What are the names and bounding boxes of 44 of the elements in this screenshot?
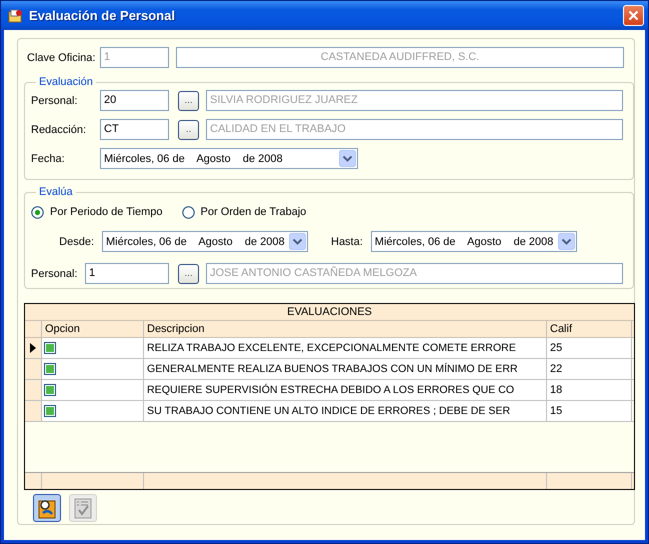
field-label: Desde: <box>58 236 95 248</box>
window-title: Evaluación de Personal <box>29 8 176 23</box>
date-dropdown[interactable]: Miércoles, 06 de Agosto de 2008 <box>102 231 308 252</box>
field-label: Hasta: <box>331 236 363 248</box>
close-icon[interactable] <box>628 10 639 21</box>
close-button[interactable] <box>623 5 644 26</box>
field-label: Fecha: <box>31 152 66 164</box>
text-field[interactable]: 20 <box>100 90 169 111</box>
checkbox[interactable] <box>44 405 56 417</box>
group-label: Evalúa <box>38 186 74 198</box>
text-field[interactable]: 1 <box>85 263 169 284</box>
radio-option[interactable]: Por Periodo de Tiempo <box>31 206 163 218</box>
checkbox[interactable] <box>44 342 56 354</box>
checkbox[interactable] <box>44 363 56 375</box>
column-header[interactable]: Calif <box>547 323 572 335</box>
browse-button[interactable]: ... <box>178 264 199 284</box>
radio-icon[interactable] <box>182 206 195 218</box>
radio-icon[interactable] <box>31 206 44 218</box>
grid-title: EVALUACIONES <box>25 304 634 321</box>
table-cell-text: 18 <box>549 384 562 396</box>
table-cell-text: REQUIERE SUPERVISIÓN ESTRECHA DEBIDO A LOS ERRORES QUE CO <box>146 384 514 396</box>
field-label: Personal: <box>31 268 78 280</box>
date-dropdown[interactable]: Miércoles, 06 de Agosto de 2008 <box>370 231 577 252</box>
table-cell-text: 15 <box>549 405 562 417</box>
checkbox[interactable] <box>44 384 56 396</box>
date-dropdown[interactable]: Miércoles, 06 de Agosto de 2008 <box>100 148 358 169</box>
row-header[interactable] <box>25 338 41 358</box>
browse-button[interactable]: .. <box>178 120 199 140</box>
column-header[interactable]: Descripcion <box>144 323 204 335</box>
field-label: Clave Oficina: <box>27 52 96 64</box>
table-cell-text: 25 <box>549 342 562 354</box>
group-label: Evaluación <box>38 76 94 88</box>
table-cell-text: SU TRABAJO CONTIENE UN ALTO INDICE DE ERRORES ; DEBE DE SER <box>146 405 510 417</box>
table-cell-text: GENERALMENTE REALIZA BUENOS TRABAJOS CON UN MÍNIMO DE ERR <box>146 363 518 375</box>
field-label: Personal: <box>31 94 78 106</box>
app-icon <box>7 8 23 24</box>
row-indicator-icon <box>30 343 36 353</box>
field-label: Redacción: <box>31 124 88 136</box>
text-field[interactable]: CT <box>100 119 169 140</box>
table-cell-text: 22 <box>549 363 562 375</box>
radio-option[interactable]: Por Orden de Trabajo <box>182 206 306 218</box>
table-cell-text: RELIZA TRABAJO EXCELENTE, EXCEPCIONALMENTE COMETE ERRORE <box>146 342 516 354</box>
column-header[interactable]: Opcion <box>42 323 80 335</box>
browse-button[interactable]: ... <box>178 90 199 110</box>
